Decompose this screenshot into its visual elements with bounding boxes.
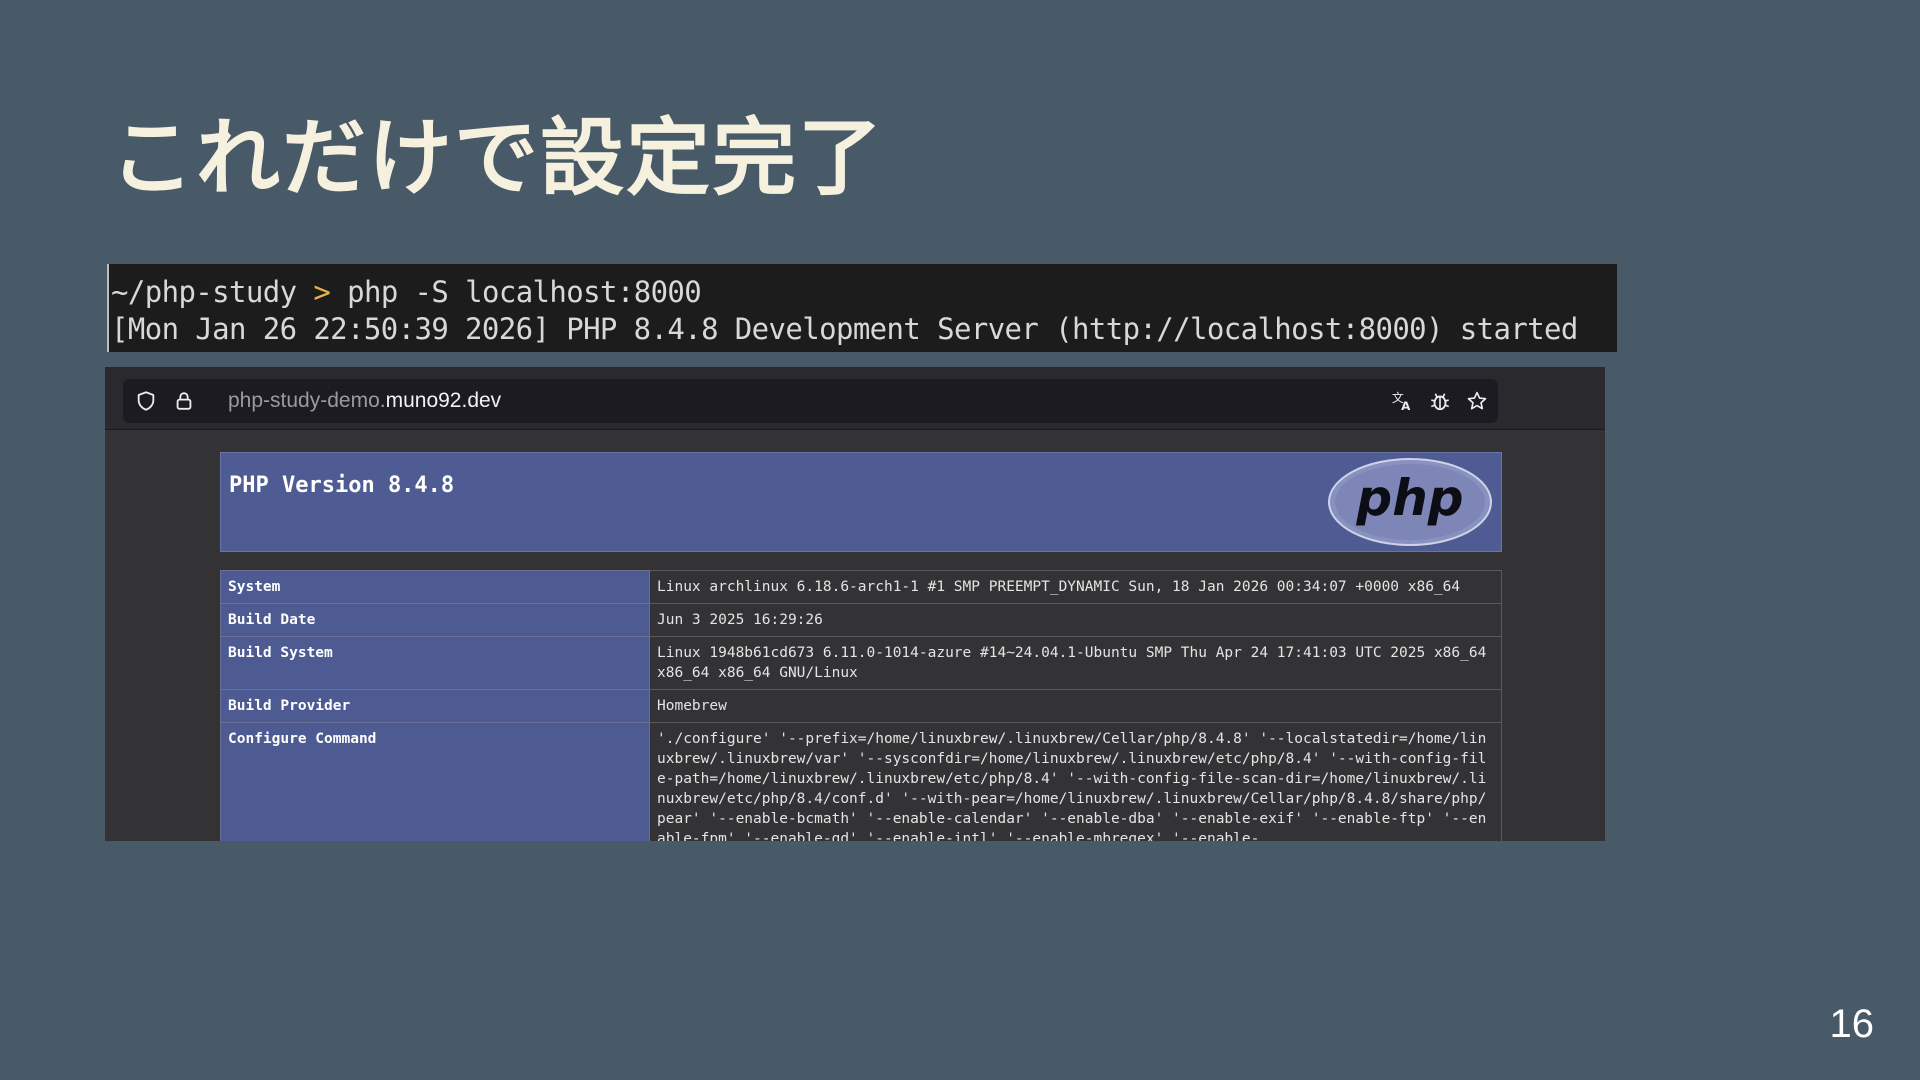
php-logo-text: php — [1355, 469, 1463, 527]
table-row: Build Provider Homebrew — [220, 689, 1502, 723]
row-value: Linux 1948b61cd673 6.11.0-1014-azure #14… — [649, 636, 1502, 690]
star-icon[interactable] — [1466, 390, 1488, 412]
row-value: './configure' '--prefix=/home/linuxbrew/… — [649, 722, 1502, 841]
translate-icon[interactable]: 文 A — [1391, 390, 1413, 412]
php-version-title: PHP Version 8.4.8 — [229, 473, 455, 498]
url-subdomain: php-study-demo. — [228, 389, 386, 412]
terminal-command: php -S localhost:8000 — [347, 275, 702, 309]
table-row: Configure Command './configure' '--prefi… — [220, 722, 1502, 841]
row-key: Build System — [220, 636, 650, 690]
page-number: 16 — [1829, 1002, 1875, 1046]
url-text[interactable]: php-study-demo.muno92.dev — [228, 379, 501, 423]
table-row: Build Date Jun 3 2025 16:29:26 — [220, 603, 1502, 637]
terminal-output-line: [Mon Jan 26 22:50:39 2026] PHP 8.4.8 Dev… — [111, 312, 1578, 346]
bug-icon[interactable] — [1429, 390, 1451, 412]
row-key: Configure Command — [220, 722, 650, 841]
phpinfo-table: System Linux archlinux 6.18.6-arch1-1 #1… — [220, 570, 1502, 841]
row-value: Jun 3 2025 16:29:26 — [649, 603, 1502, 637]
row-value: Homebrew — [649, 689, 1502, 723]
browser-window: php-study-demo.muno92.dev 文 A PHP Versio… — [105, 367, 1605, 841]
php-logo: php — [1328, 458, 1492, 546]
terminal-prompt-arrow: > — [313, 275, 331, 309]
table-row: System Linux archlinux 6.18.6-arch1-1 #1… — [220, 570, 1502, 604]
terminal-window: ~/php-study > php -S localhost:8000 [Mon… — [107, 264, 1617, 352]
slide-title: これだけで設定完了 — [110, 109, 885, 207]
terminal-prompt-dir: ~/php-study — [111, 275, 297, 309]
row-value: Linux archlinux 6.18.6-arch1-1 #1 SMP PR… — [649, 570, 1502, 604]
browser-toolbar: php-study-demo.muno92.dev 文 A — [105, 367, 1605, 430]
svg-text:A: A — [1401, 399, 1411, 412]
php-version-header: PHP Version 8.4.8 php — [220, 452, 1502, 552]
url-domain: muno92.dev — [385, 389, 502, 412]
row-key: Build Date — [220, 603, 650, 637]
row-key: System — [220, 570, 650, 604]
terminal-command-line: ~/php-study > php -S localhost:8000 — [111, 274, 1617, 311]
phpinfo-page: PHP Version 8.4.8 php System Linux archl… — [105, 430, 1605, 841]
lock-icon[interactable] — [173, 390, 195, 412]
row-key: Build Provider — [220, 689, 650, 723]
table-row: Build System Linux 1948b61cd673 6.11.0-1… — [220, 636, 1502, 690]
shield-icon[interactable] — [135, 390, 157, 412]
address-bar[interactable]: php-study-demo.muno92.dev 文 A — [123, 379, 1498, 423]
